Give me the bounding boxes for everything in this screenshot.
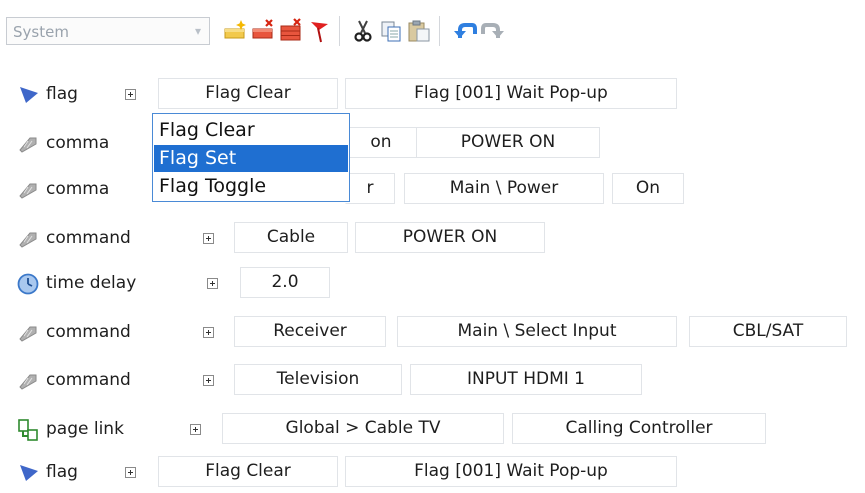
expand-icon[interactable] — [125, 89, 136, 100]
expand-icon[interactable] — [203, 375, 214, 386]
command-device-cell[interactable]: r — [345, 173, 395, 204]
row-label: page link — [46, 419, 124, 439]
tree-row-page-link[interactable]: page link Global > Cable TV Calling Cont… — [0, 411, 865, 447]
command-icon — [19, 137, 37, 153]
command-icon — [19, 183, 37, 199]
copy-icon[interactable] — [378, 18, 404, 44]
command-path-cell[interactable]: Main \ Select Input — [397, 316, 677, 347]
row-label: command — [46, 370, 131, 390]
flag-icon[interactable] — [306, 18, 332, 44]
command-name-cell[interactable]: INPUT HDMI 1 — [410, 364, 642, 395]
flag-action-cell[interactable]: Flag Clear — [158, 456, 338, 487]
command-icon — [19, 232, 37, 248]
add-icon[interactable] — [222, 18, 248, 44]
expand-icon[interactable] — [203, 233, 214, 244]
tree-row-flag[interactable]: flag Flag Clear Flag [001] Wait Pop-up — [0, 76, 865, 112]
command-device-cell[interactable]: Receiver — [234, 316, 386, 347]
flag-name-cell[interactable]: Flag [001] Wait Pop-up — [345, 456, 677, 487]
tree-row-command[interactable]: command Receiver Main \ Select Input CBL… — [0, 314, 865, 350]
cut-icon[interactable] — [350, 18, 376, 44]
toolbar: System ▾ — [0, 0, 865, 56]
toolbar-separator — [439, 16, 440, 46]
page-path-cell[interactable]: Global > Cable TV — [222, 413, 504, 444]
flag-icon — [20, 465, 38, 481]
command-value-cell[interactable]: On — [612, 173, 684, 204]
system-combo[interactable]: System ▾ — [6, 17, 210, 45]
row-label: flag — [46, 462, 78, 482]
dropdown-option-flag-set[interactable]: Flag Set — [154, 145, 348, 172]
row-label: comma — [46, 179, 110, 199]
row-label: comma — [46, 133, 110, 153]
flag-action-dropdown[interactable]: Flag Clear Flag Set Flag Toggle — [152, 113, 350, 202]
dropdown-option-flag-clear[interactable]: Flag Clear — [154, 117, 348, 144]
delete-icon[interactable] — [250, 18, 276, 44]
row-label: command — [46, 322, 131, 342]
page-link-icon — [18, 419, 38, 441]
command-icon — [19, 374, 37, 390]
flag-name-cell[interactable]: Flag [001] Wait Pop-up — [345, 78, 677, 109]
expand-icon[interactable] — [190, 424, 201, 435]
dropdown-option-flag-toggle[interactable]: Flag Toggle — [154, 173, 348, 200]
command-device-cell[interactable]: Television — [234, 364, 402, 395]
flag-action-cell[interactable]: Flag Clear — [158, 78, 338, 109]
flag-icon — [20, 87, 38, 103]
tree-row-time-delay[interactable]: time delay 2.0 — [0, 265, 865, 301]
command-name-cell[interactable]: POWER ON — [416, 127, 600, 158]
chevron-down-icon[interactable]: ▾ — [191, 22, 205, 40]
command-path-cell[interactable]: Main \ Power — [404, 173, 604, 204]
page-controller-cell[interactable]: Calling Controller — [512, 413, 766, 444]
tree-row-command[interactable]: comma r Main \ Power On — [0, 171, 865, 207]
tree-row-command[interactable]: comma on POWER ON — [0, 125, 865, 161]
system-combo-value: System — [13, 23, 69, 41]
command-device-cell[interactable]: on — [345, 127, 417, 158]
row-label: command — [46, 228, 131, 248]
expand-icon[interactable] — [203, 327, 214, 338]
row-label: flag — [46, 84, 78, 104]
paste-icon[interactable] — [406, 18, 432, 44]
command-icon — [19, 326, 37, 342]
tree-row-command[interactable]: command Television INPUT HDMI 1 — [0, 362, 865, 398]
delete-all-icon[interactable] — [278, 18, 304, 44]
clock-icon — [17, 273, 39, 295]
redo-icon[interactable] — [480, 18, 506, 44]
row-label: time delay — [46, 273, 137, 293]
command-device-cell[interactable]: Cable — [234, 222, 348, 253]
command-name-cell[interactable]: POWER ON — [355, 222, 545, 253]
toolbar-separator — [339, 16, 340, 46]
undo-icon[interactable] — [452, 18, 478, 44]
delay-value-cell[interactable]: 2.0 — [240, 267, 330, 298]
expand-icon[interactable] — [207, 278, 218, 289]
tree-row-flag[interactable]: flag Flag Clear Flag [001] Wait Pop-up — [0, 454, 865, 490]
tree-row-command[interactable]: command Cable POWER ON — [0, 220, 865, 256]
command-value-cell[interactable]: CBL/SAT — [689, 316, 847, 347]
expand-icon[interactable] — [125, 467, 136, 478]
